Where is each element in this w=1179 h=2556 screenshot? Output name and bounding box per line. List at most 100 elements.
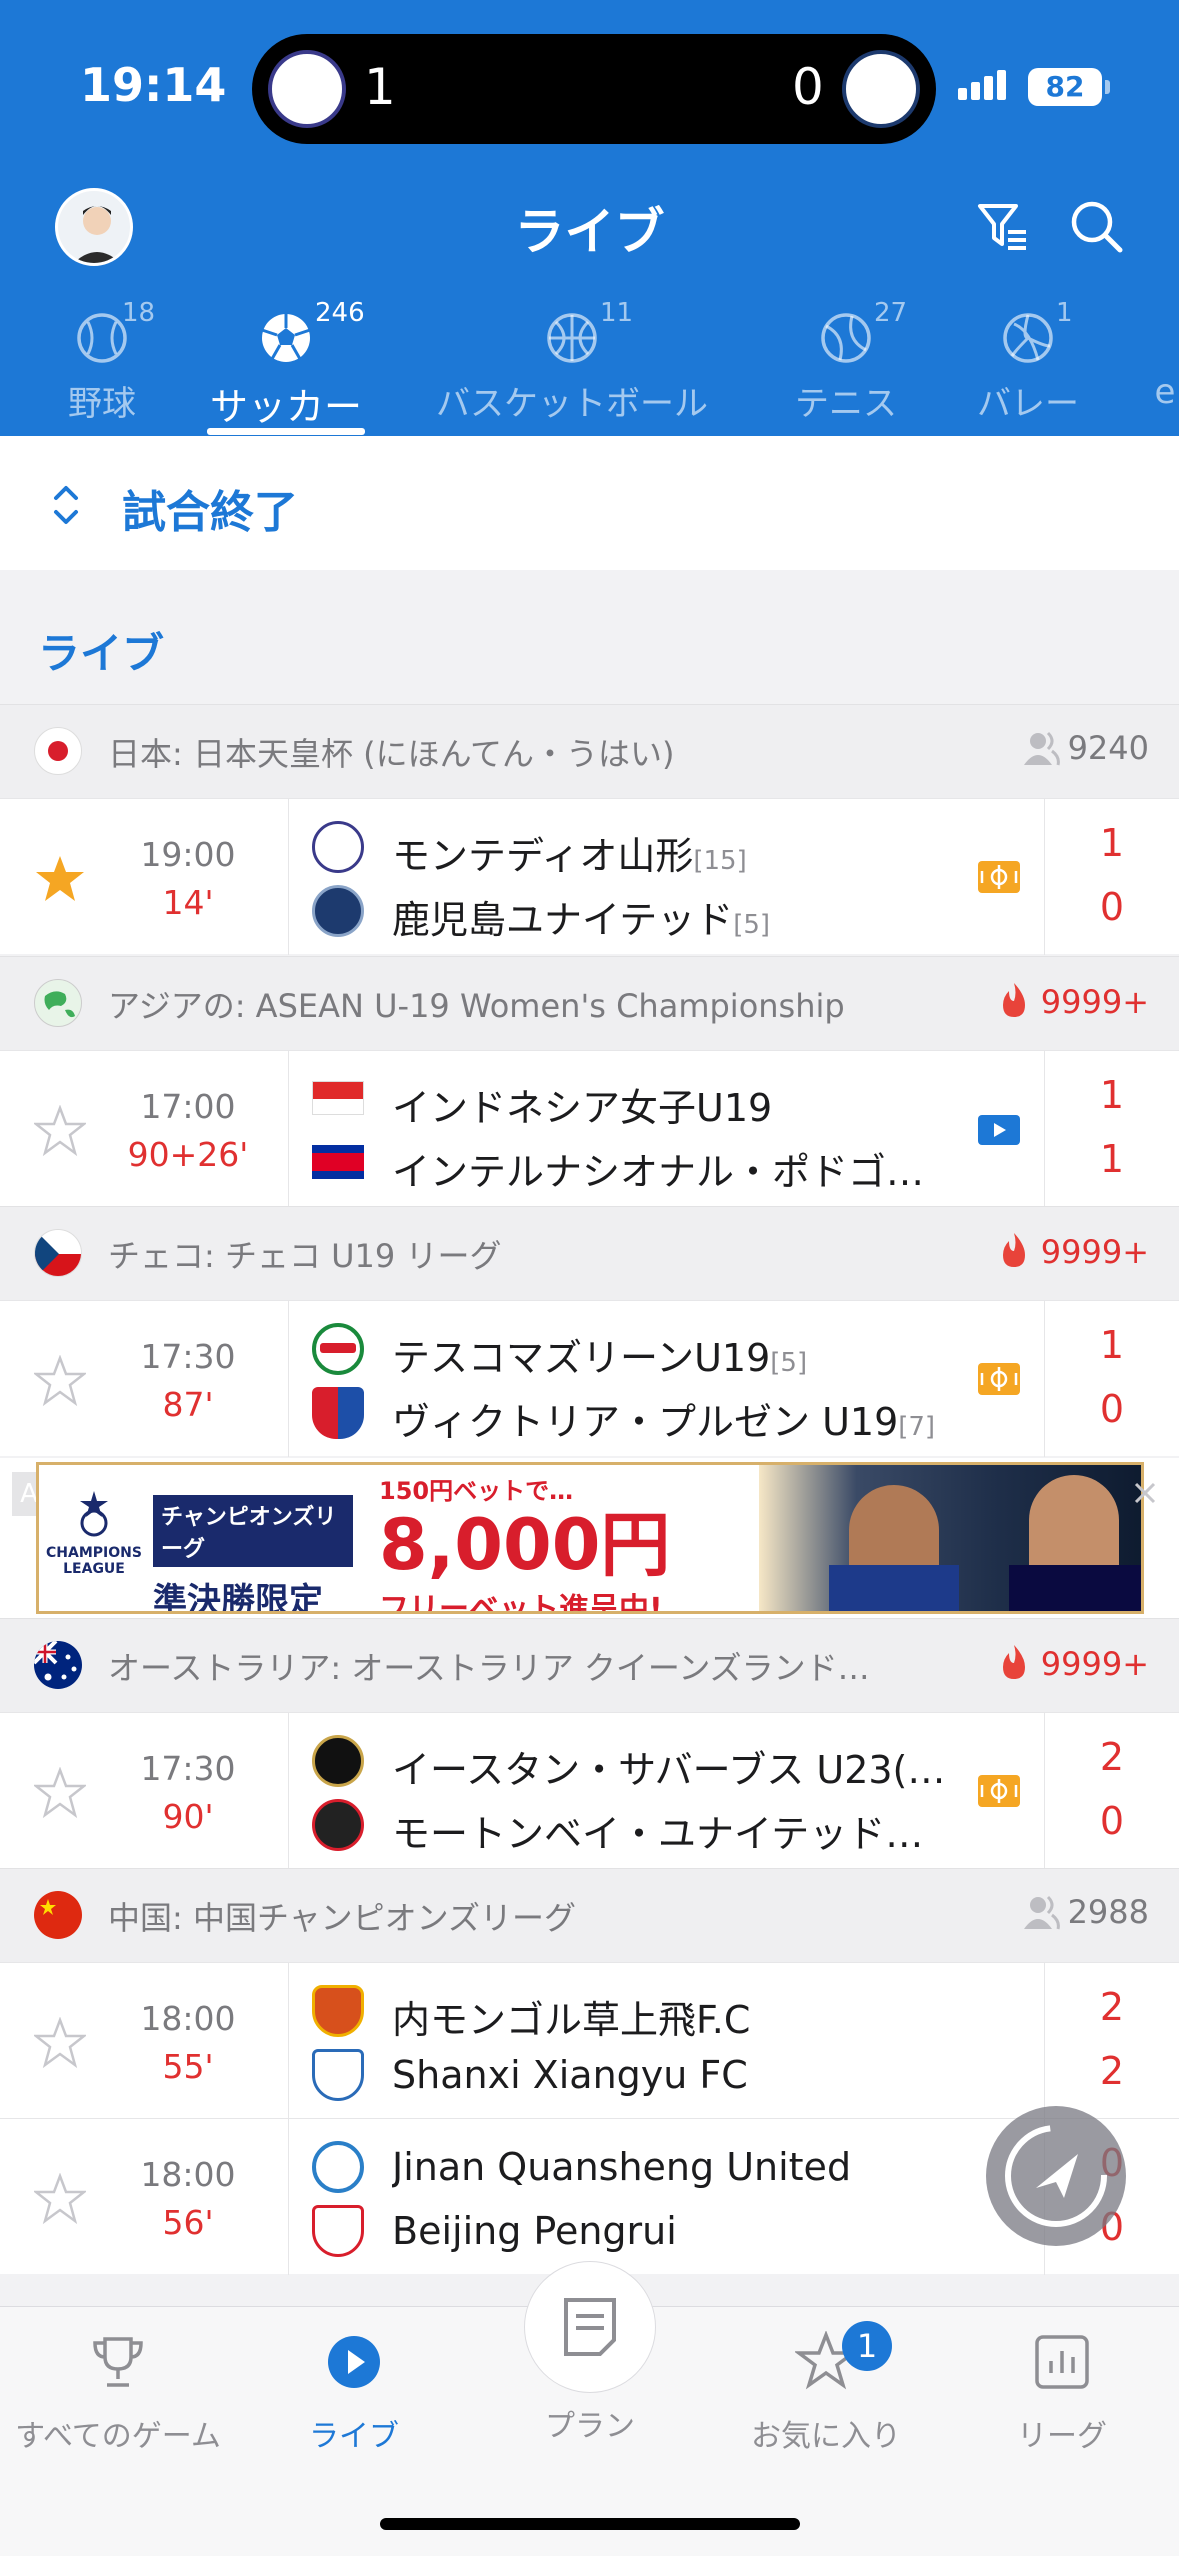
home-score: 1: [1099, 1323, 1125, 1367]
tab-soccer[interactable]: サッカー 246: [207, 290, 365, 431]
tab-volleyball[interactable]: バレー 1: [968, 290, 1088, 425]
expand-collapse-icon: [54, 486, 78, 524]
home-score: 2: [1099, 1735, 1125, 1779]
champions-league-icon: [80, 1491, 108, 1537]
league-header[interactable]: 中国: 中国チャンピオンズリーグ 2988: [0, 1868, 1179, 1962]
island-home-score: 1: [364, 58, 396, 116]
match-minute: 14': [162, 883, 214, 922]
asia-globe-icon: [34, 979, 82, 1027]
china-flag-icon: [34, 1891, 82, 1939]
tab-live[interactable]: ライブ: [236, 2331, 472, 2455]
team-logo-icon: [312, 1387, 364, 1439]
tennis-ball-icon: [821, 313, 871, 363]
tab-baseball[interactable]: 野球 18: [52, 290, 155, 425]
search-icon[interactable]: [1066, 196, 1126, 256]
match-minute: 87': [162, 1385, 214, 1424]
team-logo-icon: [312, 1799, 364, 1851]
tab-league[interactable]: リーグ: [944, 2331, 1179, 2455]
tab-basketball[interactable]: バスケットボール 11: [432, 290, 712, 425]
video-icon[interactable]: [978, 1115, 1020, 1145]
tab-all-games[interactable]: すべてのゲーム: [0, 2331, 236, 2455]
tab-esports[interactable]: e: [1150, 290, 1179, 412]
fire-icon: [1002, 1233, 1025, 1267]
home-team: インドネシア女子U19: [312, 1071, 1012, 1130]
kickoff-time: 17:30: [140, 1337, 236, 1376]
home-team: イースタン・サバーブス U23(…: [312, 1733, 1012, 1792]
finished-label: 試合終了: [122, 487, 298, 538]
match-row[interactable]: 18:00 55' 内モンゴル草上飛F.C Shanxi Xiangyu FC …: [0, 1962, 1179, 2119]
favorite-star-icon[interactable]: [34, 853, 86, 905]
favorite-star-icon[interactable]: [34, 1105, 86, 1157]
away-score: 0: [1099, 1799, 1125, 1843]
japan-flag-icon: [34, 727, 82, 775]
away-team: ヴィクトリア・プルゼン U19[7]: [312, 1385, 1012, 1444]
favorite-star-icon[interactable]: [34, 2017, 86, 2069]
viewer-count: 9240: [1022, 729, 1149, 767]
home-team-badge-icon: [268, 50, 346, 128]
team-logo-icon: [312, 1735, 364, 1787]
tab-favorites[interactable]: お気に入り 1: [708, 2321, 944, 2455]
indonesia-flag-icon: [312, 1081, 364, 1115]
team-logo-icon: [312, 821, 364, 873]
status-time: 19:14: [80, 58, 227, 112]
viewers-icon: [1023, 1895, 1060, 1930]
live-play-icon: [328, 2336, 380, 2388]
cellular-signal-icon: [958, 70, 1010, 100]
match-minute: 56': [162, 2203, 214, 2242]
league-header[interactable]: チェコ: チェコ U19 リーグ 9999+: [0, 1206, 1179, 1300]
league-header[interactable]: オーストラリア: オーストラリア クイーンズランド… 9999+: [0, 1618, 1179, 1712]
ad-creative[interactable]: CHAMPIONS LEAGUE チャンピオンズリーグ 準決勝限定 150円ベッ…: [36, 1462, 1144, 1614]
home-team: テスコマズリーンU19[5]: [312, 1321, 1012, 1380]
hot-count: 9999+: [997, 1643, 1149, 1683]
kickoff-time: 19:00: [140, 835, 236, 874]
away-score: 1: [1099, 1137, 1125, 1181]
czech-flag-icon: [34, 1229, 82, 1277]
ad-banner[interactable]: AD CHAMPIONS LEAGUE チャンピオンズリーグ 準決勝限定 150…: [0, 1458, 1179, 1618]
league-chart-icon: [1035, 2335, 1089, 2389]
league-header[interactable]: 日本: 日本天皇杯 (にほんてん・うはい) 9240: [0, 704, 1179, 798]
away-team: モートンベイ・ユナイテッド…: [312, 1797, 1012, 1856]
team-logo-icon: [312, 1985, 364, 2037]
battery-icon: 82: [1028, 68, 1110, 106]
viewer-count: 2988: [1022, 1893, 1149, 1931]
hot-count: 9999+: [997, 1231, 1149, 1271]
home-score: 2: [1099, 1985, 1125, 2029]
live-graph-icon[interactable]: [978, 861, 1020, 893]
favorites-badge: 1: [842, 2321, 892, 2371]
team-logo-icon: [312, 2049, 364, 2101]
match-row[interactable]: 17:00 90+26' インドネシア女子U19 インテルナシオナル・ポドゴ… …: [0, 1050, 1179, 1207]
finished-matches-toggle[interactable]: 試合終了: [0, 436, 1179, 570]
home-score: 1: [1099, 821, 1125, 865]
viewers-icon: [1023, 731, 1060, 766]
favorite-star-icon[interactable]: [34, 1355, 86, 1407]
live-graph-icon[interactable]: [978, 1363, 1020, 1395]
home-indicator: [380, 2518, 800, 2530]
fire-icon: [1002, 983, 1025, 1017]
live-graph-icon[interactable]: [978, 1775, 1020, 1807]
plan-icon: [564, 2298, 616, 2356]
match-minute: 90+26': [127, 1135, 249, 1174]
send-arrow-icon: [1005, 2125, 1107, 2227]
match-minute: 55': [162, 2047, 214, 2086]
cambodia-flag-icon: [312, 1145, 364, 1179]
quick-action-button[interactable]: [986, 2106, 1126, 2246]
favorite-star-icon[interactable]: [34, 1767, 86, 1819]
hot-count: 9999+: [997, 981, 1149, 1021]
ad-close-icon[interactable]: [1130, 1478, 1160, 1508]
filter-icon[interactable]: [974, 196, 1034, 256]
away-score: 0: [1099, 885, 1125, 929]
kickoff-time: 17:30: [140, 1749, 236, 1788]
match-row[interactable]: 17:30 90' イースタン・サバーブス U23(… モートンベイ・ユナイテッ…: [0, 1712, 1179, 1869]
match-row[interactable]: 17:30 87' テスコマズリーンU19[5] ヴィクトリア・プルゼン U19…: [0, 1300, 1179, 1457]
live-activity-island[interactable]: 1 0: [252, 34, 936, 144]
tab-tennis[interactable]: テニス 27: [786, 290, 907, 425]
sport-tabs: 野球 18 サッカー 246 バスケットボール 11 テニス 27 バレー 1 …: [0, 290, 1179, 436]
kickoff-time: 17:00: [140, 1087, 236, 1126]
home-team: 内モンゴル草上飛F.C: [312, 1983, 1012, 2042]
match-row[interactable]: 19:00 14' モンテディオ山形[15] 鹿児島ユナイテッド[5] 1 0: [0, 798, 1179, 955]
league-header[interactable]: アジアの: ASEAN U-19 Women's Championship 99…: [0, 956, 1179, 1050]
favorite-star-icon[interactable]: [34, 2173, 86, 2225]
tab-plan[interactable]: プラン: [472, 2261, 708, 2445]
soccer-ball-icon: [261, 314, 311, 362]
kickoff-time: 18:00: [140, 2155, 236, 2194]
